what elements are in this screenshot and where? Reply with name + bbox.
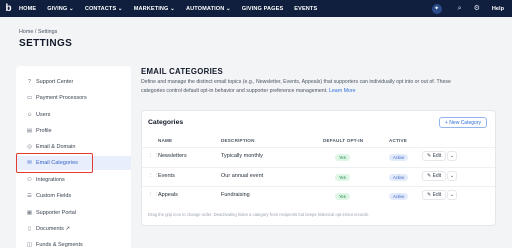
help-link[interactable]: Help xyxy=(492,6,504,12)
edit-button[interactable]: ✎ Edit xyxy=(422,171,447,181)
category-name: Newsletters xyxy=(158,153,187,159)
chevron-down-icon[interactable]: ⌄ xyxy=(447,171,457,181)
sidebar-item-funds-segments[interactable]: ◫ Funds & Segments xyxy=(16,238,131,248)
nav-events[interactable]: EVENTS xyxy=(294,6,317,12)
breadcrumb[interactable]: Home / Settings xyxy=(19,29,57,35)
category-name: Appeals xyxy=(158,192,178,198)
sidebar-item-label: Email & Domain xyxy=(36,144,76,150)
mail-icon: ✉ xyxy=(27,160,32,166)
section-title: EMAIL CATEGORIES xyxy=(141,67,224,76)
gear-icon[interactable]: ⚙ xyxy=(474,5,480,12)
logo[interactable]: b xyxy=(0,0,17,17)
category-name: Events xyxy=(158,173,175,179)
plug-icon: ⚇ xyxy=(27,177,32,183)
nav-giving-pages[interactable]: GIVING PAGES xyxy=(242,6,284,12)
description-text: Define and manage the distinct email top… xyxy=(141,79,451,94)
user-icon: ☺ xyxy=(26,112,33,118)
status-badge: Active xyxy=(389,174,409,181)
table-row: ⋮⋮ Appeals Fundraising Yes Active ✎ Edit… xyxy=(142,186,495,204)
opt-in-badge: Yes xyxy=(335,154,350,161)
top-nav: b HOME GIVING ⌄ CONTACTS ⌄ MARKETING ⌄ A… xyxy=(0,0,512,17)
fields-icon: ☰ xyxy=(27,193,32,199)
column-header-default-opt-in[interactable]: DEFAULT OPT-IN xyxy=(323,138,363,143)
sidebar-item-profile[interactable]: ▤ Profile xyxy=(16,124,131,138)
sidebar-item-support-center[interactable]: ? Support Center xyxy=(16,75,131,89)
learn-more-link[interactable]: Learn More xyxy=(329,88,356,94)
column-header-name[interactable]: NAME xyxy=(158,138,172,143)
column-header-description[interactable]: DESCRIPTION xyxy=(221,138,255,143)
portal-icon: ▦ xyxy=(26,210,33,216)
nav-utilities: ✦ ⌕ ⚙ Help xyxy=(431,0,504,17)
profile-icon: ▤ xyxy=(26,128,33,134)
sidebar-item-label: Profile xyxy=(36,128,52,134)
sidebar-item-email-domain[interactable]: ◎ Email & Domain xyxy=(16,140,131,154)
sidebar-item-label: Documents ↗ xyxy=(36,226,70,232)
nav-marketing[interactable]: MARKETING ⌄ xyxy=(134,6,175,12)
nav-menu: HOME GIVING ⌄ CONTACTS ⌄ MARKETING ⌄ AUT… xyxy=(19,6,328,12)
sidebar-item-custom-fields[interactable]: ☰ Custom Fields xyxy=(16,189,131,203)
nav-home[interactable]: HOME xyxy=(19,6,36,12)
sidebar-item-label: Integrations xyxy=(36,177,65,183)
settings-sidebar: ? Support Center ▭ Payment Processors ☺ … xyxy=(16,66,131,248)
sidebar-item-label: Support Center xyxy=(36,79,74,85)
question-icon: ? xyxy=(27,79,32,85)
opt-in-badge: Yes xyxy=(335,174,350,181)
nav-giving[interactable]: GIVING ⌄ xyxy=(47,6,74,12)
opt-in-badge: Yes xyxy=(335,193,350,200)
sparkle-icon[interactable]: ✦ xyxy=(431,3,442,14)
sidebar-item-supporter-portal[interactable]: ▦ Supporter Portal xyxy=(16,206,131,220)
card-icon: ▭ xyxy=(26,95,33,101)
card-title: Categories xyxy=(148,119,184,126)
new-category-button[interactable]: + New Category xyxy=(439,117,487,128)
edit-button[interactable]: ✎ Edit xyxy=(422,151,447,161)
category-description: Typically monthly xyxy=(221,153,263,159)
table-row: ⋮⋮ Newsletters Typically monthly Yes Act… xyxy=(142,147,495,165)
sidebar-item-label: Payment Processors xyxy=(36,95,87,101)
sidebar-item-label: Supporter Portal xyxy=(36,210,77,216)
status-badge: Active xyxy=(389,193,409,200)
sidebar-item-payment-processors[interactable]: ▭ Payment Processors xyxy=(16,91,131,105)
column-header-active[interactable]: ACTIVE xyxy=(389,138,407,143)
sidebar-item-label: Custom Fields xyxy=(36,193,72,199)
document-icon: ▯ xyxy=(27,226,32,232)
category-description: Our annual event xyxy=(221,173,264,179)
sidebar-item-documents[interactable]: ▯ Documents ↗ xyxy=(16,222,131,236)
search-icon[interactable]: ⌕ xyxy=(458,5,462,12)
chevron-down-icon[interactable]: ⌄ xyxy=(447,190,457,200)
category-description: Fundraising xyxy=(221,192,250,198)
status-badge: Active xyxy=(389,154,409,161)
globe-icon: ◎ xyxy=(27,144,32,150)
edit-button[interactable]: ✎ Edit xyxy=(422,190,447,200)
nav-contacts[interactable]: CONTACTS ⌄ xyxy=(85,6,123,12)
footer-note: Drag the grip icon to change order. Deac… xyxy=(148,212,370,217)
sidebar-item-label: Email Categories xyxy=(36,160,78,166)
sidebar-item-integrations[interactable]: ⚇ Integrations xyxy=(16,173,131,187)
nav-automation[interactable]: AUTOMATION ⌄ xyxy=(186,6,231,12)
table-row: ⋮⋮ Events Our annual event Yes Active ✎ … xyxy=(142,167,495,185)
sidebar-item-label: Funds & Segments xyxy=(36,242,83,248)
categories-card: Categories + New Category NAME DESCRIPTI… xyxy=(141,110,496,226)
sidebar-item-email-categories[interactable]: ✉ Email Categories xyxy=(16,156,131,170)
funds-icon: ◫ xyxy=(26,242,33,248)
sidebar-item-users[interactable]: ☺ Users xyxy=(16,108,131,122)
page-title: SETTINGS xyxy=(19,38,73,49)
sidebar-item-label: Users xyxy=(36,112,51,118)
chevron-down-icon[interactable]: ⌄ xyxy=(447,151,457,161)
table-header: NAME DESCRIPTION DEFAULT OPT-IN ACTIVE xyxy=(142,136,495,145)
section-description: Define and manage the distinct email top… xyxy=(141,78,471,95)
